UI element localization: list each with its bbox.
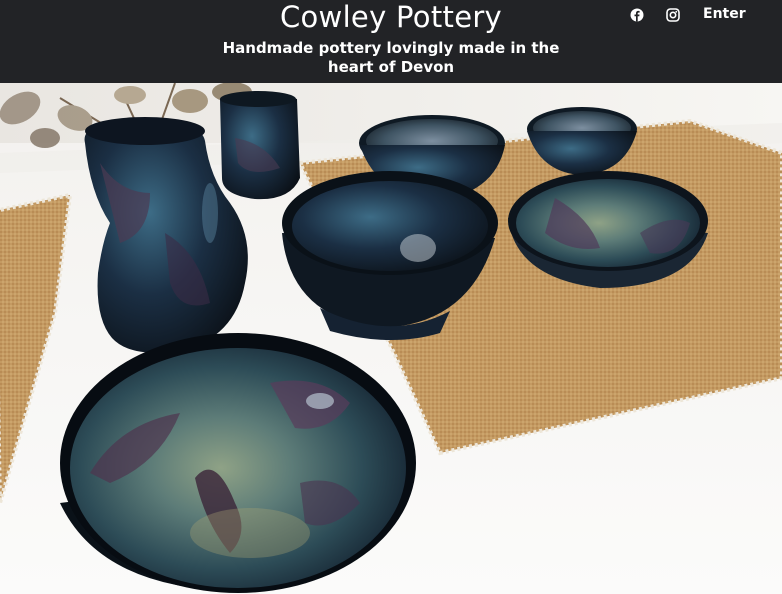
- site-header: Cowley Pottery Handmade pottery lovingly…: [0, 0, 782, 83]
- enter-link[interactable]: Enter: [703, 6, 746, 22]
- facebook-icon[interactable]: [630, 7, 644, 22]
- site-tagline: Handmade pottery lovingly made in the he…: [222, 39, 560, 76]
- large-bowl-front: [60, 333, 416, 593]
- instagram-icon[interactable]: [666, 7, 680, 22]
- header-nav: Enter: [630, 5, 746, 23]
- pottery-photo: [0, 83, 782, 594]
- hero-image: [0, 83, 782, 594]
- cup: [220, 91, 300, 200]
